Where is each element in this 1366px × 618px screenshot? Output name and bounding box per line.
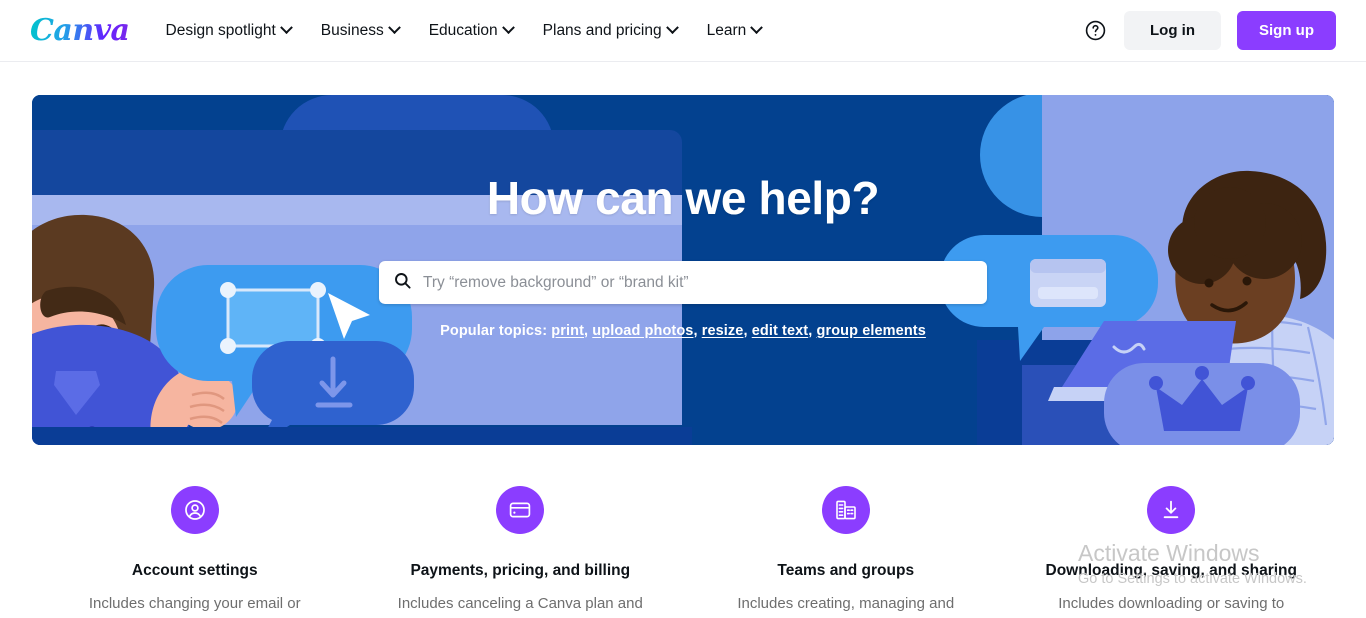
sign-up-button[interactable]: Sign up: [1237, 11, 1336, 50]
popular-topics: Popular topics: print, upload photos, re…: [440, 323, 926, 339]
nav-item-design-spotlight[interactable]: Design spotlight: [164, 16, 293, 46]
category-description: Includes creating, managing and: [737, 595, 955, 612]
search-input[interactable]: [423, 273, 973, 292]
nav-label: Education: [428, 21, 498, 39]
help-circle-icon[interactable]: [1082, 18, 1108, 44]
user-circle-icon: [170, 486, 219, 534]
category-title: Downloading, saving, and sharing: [1045, 562, 1297, 579]
chevron-down-icon: [665, 21, 679, 35]
popular-link-resize[interactable]: resize: [702, 323, 744, 339]
hero-section: How can we help? Popular topics: print, …: [0, 62, 1366, 445]
main-navigation: Design spotlight Business Education Plan…: [164, 16, 764, 46]
category-description: Includes canceling a Canva plan and: [397, 595, 643, 612]
category-description: Includes downloading or saving to: [1058, 595, 1285, 612]
chevron-down-icon: [750, 21, 764, 35]
category-downloading-saving-sharing[interactable]: Downloading, saving, and sharing Include…: [1009, 486, 1335, 614]
category-title: Account settings: [131, 562, 258, 579]
category-account-settings[interactable]: Account settings Includes changing your …: [32, 486, 358, 614]
nav-item-education[interactable]: Education: [427, 16, 515, 46]
category-title: Teams and groups: [777, 562, 915, 579]
download-icon: [1147, 486, 1196, 534]
popular-topics-label: Popular topics:: [440, 323, 548, 339]
nav-item-plans-and-pricing[interactable]: Plans and pricing: [541, 16, 679, 46]
canva-logo[interactable]: Canva: [30, 15, 130, 46]
category-payments-pricing-billing[interactable]: Payments, pricing, and billing Includes …: [358, 486, 684, 614]
category-title: Payments, pricing, and billing: [410, 562, 631, 579]
chevron-down-icon: [279, 21, 293, 35]
category-teams-and-groups[interactable]: Teams and groups Includes creating, mana…: [683, 486, 1009, 614]
nav-label: Learn: [706, 21, 747, 39]
hero-banner: How can we help? Popular topics: print, …: [32, 95, 1334, 445]
nav-label: Design spotlight: [165, 21, 276, 39]
popular-link-print[interactable]: print: [551, 323, 584, 339]
popular-link-group-elements[interactable]: group elements: [817, 323, 926, 339]
popular-link-upload-photos[interactable]: upload photos: [592, 323, 693, 339]
search-icon: [393, 271, 412, 295]
hero-content: How can we help? Popular topics: print, …: [32, 95, 1334, 445]
chevron-down-icon: [387, 21, 401, 35]
site-header: Canva Design spotlight Business Educatio…: [0, 0, 1366, 62]
log-in-button[interactable]: Log in: [1124, 11, 1221, 50]
buildings-icon: [821, 486, 870, 534]
category-grid: Account settings Includes changing your …: [0, 486, 1366, 614]
header-actions: Log in Sign up: [1082, 11, 1350, 50]
help-search-box[interactable]: [379, 261, 987, 304]
category-description: Includes changing your email or: [88, 595, 301, 612]
nav-label: Business: [320, 21, 384, 39]
chevron-down-icon: [501, 21, 515, 35]
credit-card-icon: [496, 486, 545, 534]
nav-item-learn[interactable]: Learn: [705, 16, 764, 46]
page-title: How can we help?: [486, 172, 880, 224]
nav-item-business[interactable]: Business: [319, 16, 401, 46]
popular-link-edit-text[interactable]: edit text: [752, 323, 809, 339]
nav-label: Plans and pricing: [542, 21, 662, 39]
